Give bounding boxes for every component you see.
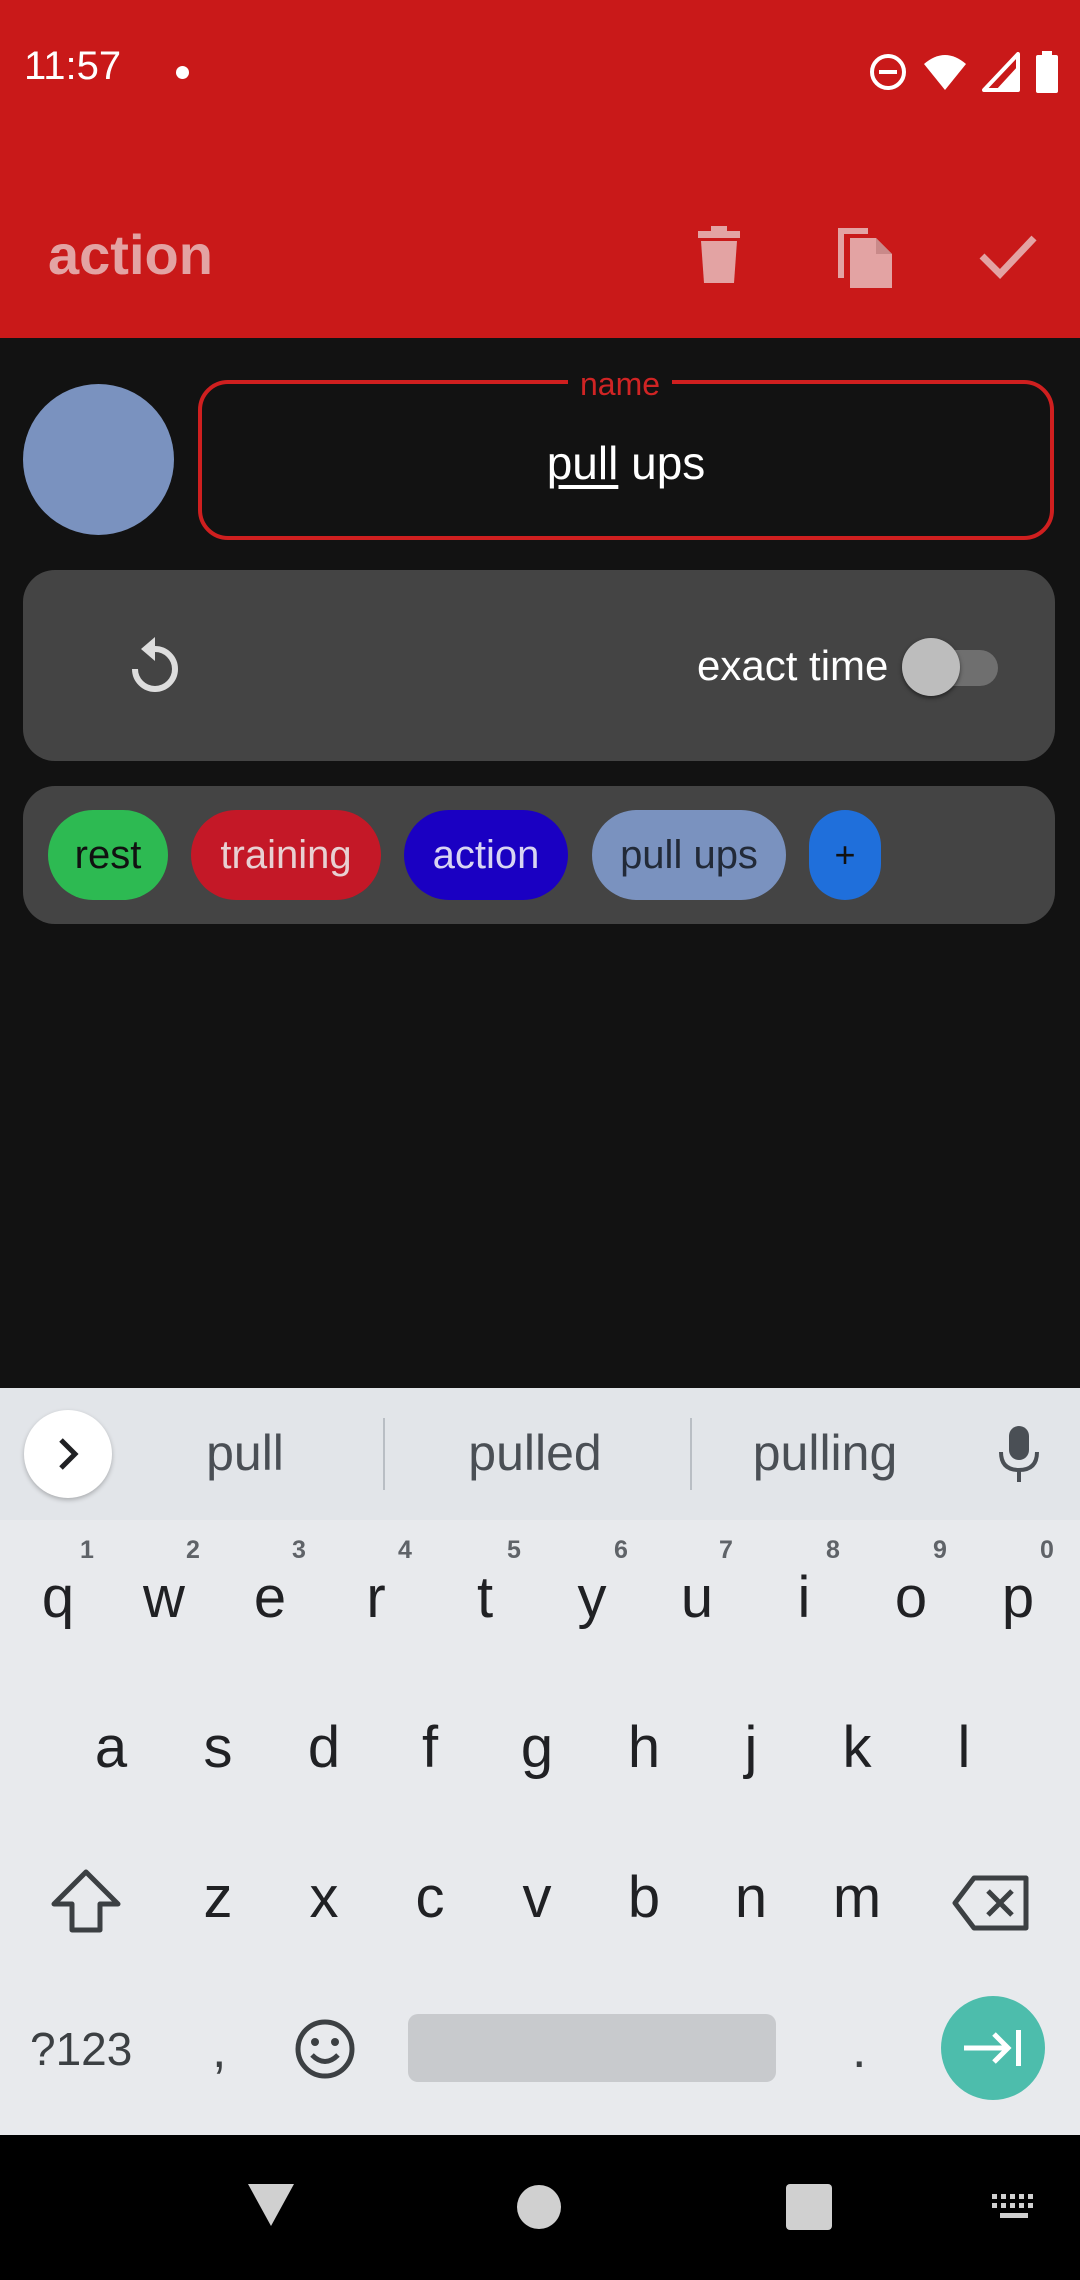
do-not-disturb-icon (870, 54, 906, 90)
key-a[interactable]: a (71, 1714, 151, 1781)
chevron-right-icon (59, 1438, 79, 1470)
refresh-icon (132, 637, 178, 692)
key-n[interactable]: n (711, 1864, 791, 1931)
key-r[interactable]: r (336, 1564, 416, 1631)
delete-button[interactable] (674, 210, 764, 300)
microphone-icon (999, 1426, 1039, 1482)
suggestion-expand-button[interactable] (24, 1410, 112, 1498)
key-s[interactable]: s (178, 1714, 258, 1781)
notification-dot-icon (176, 66, 189, 79)
shift-icon (51, 1869, 121, 1933)
suggestion-3[interactable]: pulling (700, 1424, 950, 1482)
backspace-icon (952, 1875, 1029, 1931)
status-time: 11:57 (24, 44, 122, 88)
key-hint-8: 9 (933, 1536, 947, 1564)
period-key[interactable]: . (852, 2020, 866, 2080)
battery-icon (1036, 51, 1058, 93)
check-icon (979, 235, 1037, 280)
key-j[interactable]: j (711, 1714, 791, 1781)
page-title: action (48, 223, 213, 286)
key-e[interactable]: e (230, 1564, 310, 1631)
color-avatar[interactable] (23, 384, 174, 535)
suggestion-divider (690, 1418, 692, 1490)
key-hint-2: 3 (292, 1536, 306, 1564)
key-k[interactable]: k (817, 1714, 897, 1781)
next-field-button[interactable] (941, 1996, 1045, 2100)
trash-icon (698, 226, 740, 283)
comma-key[interactable]: , (212, 2020, 226, 2080)
wifi-icon (924, 55, 966, 90)
key-p[interactable]: p (978, 1564, 1058, 1631)
key-d[interactable]: d (284, 1714, 364, 1781)
key-h[interactable]: h (604, 1714, 684, 1781)
keyboard-switch-button[interactable] (990, 2192, 1038, 2227)
symbols-key[interactable]: ?123 (30, 2022, 132, 2076)
key-hint-1: 2 (186, 1536, 200, 1564)
key-hint-9: 0 (1040, 1536, 1054, 1564)
key-o[interactable]: o (871, 1564, 951, 1631)
key-hint-5: 6 (614, 1536, 628, 1564)
key-t[interactable]: t (445, 1564, 525, 1631)
key-g[interactable]: g (497, 1714, 577, 1781)
key-f[interactable]: f (390, 1714, 470, 1781)
exact-time-toggle-thumb[interactable] (902, 638, 960, 696)
tag-chip-rest[interactable]: rest (48, 810, 168, 900)
back-button[interactable] (246, 2182, 296, 2233)
duplicate-button[interactable] (818, 210, 908, 300)
emoji-key[interactable] (294, 2018, 356, 2085)
name-input-value[interactable]: pull ups (198, 436, 1054, 490)
key-hint-6: 7 (719, 1536, 733, 1564)
suggestion-2[interactable]: pulled (415, 1424, 655, 1482)
key-i[interactable]: i (764, 1564, 844, 1631)
tag-chip-pull-ups[interactable]: pull ups (592, 810, 786, 900)
key-w[interactable]: w (124, 1564, 204, 1631)
key-q[interactable]: q (18, 1564, 98, 1631)
space-bar[interactable] (408, 2014, 776, 2082)
name-rest: ups (618, 437, 706, 489)
key-l[interactable]: l (924, 1714, 1004, 1781)
exact-time-label: exact time (697, 642, 889, 689)
key-hint-4: 5 (507, 1536, 521, 1564)
name-field-label: name (568, 366, 673, 403)
back-triangle-icon (248, 2184, 294, 2226)
copy-icon (838, 228, 892, 288)
key-u[interactable]: u (657, 1564, 737, 1631)
tag-chip-action[interactable]: action (404, 810, 568, 900)
key-b[interactable]: b (604, 1864, 684, 1931)
key-z[interactable]: z (178, 1864, 258, 1931)
status-icons (868, 48, 1060, 96)
key-hint-0: 1 (80, 1536, 94, 1564)
key-v[interactable]: v (497, 1864, 577, 1931)
emoji-icon (295, 2019, 355, 2079)
suggestion-divider (383, 1418, 385, 1490)
key-c[interactable]: c (390, 1864, 470, 1931)
key-hint-7: 8 (826, 1536, 840, 1564)
recents-button[interactable] (786, 2184, 832, 2230)
home-button[interactable] (517, 2185, 561, 2229)
confirm-button[interactable] (963, 210, 1053, 300)
reset-button[interactable] (120, 622, 190, 712)
shift-key[interactable] (50, 1868, 122, 1939)
key-hint-3: 4 (398, 1536, 412, 1564)
key-y[interactable]: y (552, 1564, 632, 1631)
voice-input-button[interactable] (995, 1424, 1043, 1489)
signal-icon (982, 52, 1020, 92)
suggestion-1[interactable]: pull (150, 1424, 340, 1482)
composing-word: pull (546, 437, 619, 489)
key-x[interactable]: x (284, 1864, 364, 1931)
tab-arrow-icon (964, 2030, 1021, 2066)
tag-chip-training[interactable]: training (191, 810, 381, 900)
backspace-key[interactable] (952, 1874, 1030, 1937)
key-m[interactable]: m (817, 1864, 897, 1931)
keyboard-icon (992, 2194, 1033, 2218)
add-tag-button[interactable]: + (809, 810, 881, 900)
